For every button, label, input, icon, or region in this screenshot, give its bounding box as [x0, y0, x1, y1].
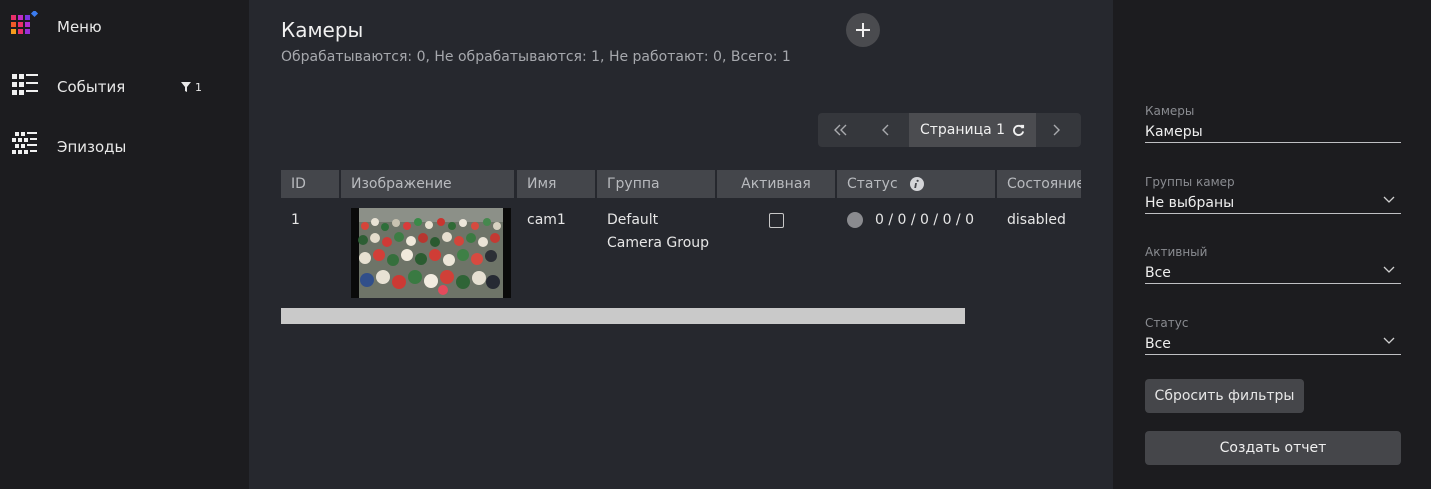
select-value: Все [1145, 265, 1171, 281]
column-header-group[interactable]: Группа [597, 170, 715, 198]
cell-id: 1 [291, 212, 300, 228]
pagination: Страница 1 [818, 113, 1081, 147]
main-content: Камеры Обрабатываются: 0, Не обрабатываю… [249, 0, 1113, 489]
active-checkbox[interactable] [769, 213, 784, 228]
current-page-refresh[interactable]: Страница 1 [909, 113, 1036, 147]
first-page-button[interactable] [826, 113, 856, 147]
menu-grid-icon [11, 9, 39, 43]
prev-page-button[interactable] [871, 113, 901, 147]
camera-groups-filter: Группы камер Не выбраны [1145, 175, 1401, 214]
cameras-filter: Камеры Камеры [1145, 104, 1401, 143]
camera-summary: Обрабатываются: 0, Не обрабатываются: 1,… [281, 49, 791, 65]
select-value: Не выбраны [1145, 195, 1235, 211]
chevron-left-icon [882, 124, 889, 136]
page-title: Камеры [281, 18, 364, 42]
info-icon[interactable] [909, 177, 924, 191]
sidebar-item-episodes[interactable]: Эпизоды [0, 127, 249, 167]
chevron-down-icon [1383, 266, 1395, 273]
refresh-icon [1013, 124, 1025, 136]
sidebar-item-events[interactable]: События 1 [0, 67, 249, 107]
column-header-name[interactable]: Имя [517, 170, 595, 198]
episodes-icon [11, 132, 39, 162]
column-header-state[interactable]: Состояние [997, 170, 1081, 198]
sidebar-item-menu[interactable]: Меню [0, 7, 249, 47]
reset-filters-button[interactable]: Сбросить фильтры [1145, 379, 1304, 413]
add-camera-button[interactable] [846, 13, 880, 47]
create-report-button[interactable]: Создать отчет [1145, 431, 1401, 465]
column-header-status-label: Статус [847, 176, 898, 192]
group-line: Camera Group [607, 235, 710, 251]
sidebar-item-label: Эпизоды [57, 138, 127, 156]
horizontal-scrollbar[interactable] [281, 308, 965, 324]
status-select[interactable]: Все [1145, 335, 1401, 355]
field-label: Активный [1145, 245, 1208, 259]
chevron-down-icon [1383, 196, 1395, 203]
chevron-down-icon [1383, 337, 1395, 344]
active-filter: Активный Все [1145, 245, 1401, 284]
cameras-search-input[interactable]: Камеры [1145, 123, 1401, 143]
crowd-image [351, 208, 511, 298]
table-header: ID Изображение Имя Группа Активная Стату… [281, 170, 1081, 198]
filter-icon [181, 82, 191, 92]
field-label: Статус [1145, 316, 1189, 330]
page-label: Страница 1 [919, 122, 1006, 138]
column-header-status[interactable]: Статус [837, 170, 995, 198]
events-filter-badge[interactable]: 1 [181, 81, 202, 94]
select-value: Все [1145, 336, 1171, 352]
camera-thumbnail[interactable] [351, 208, 511, 298]
group-line: Default [607, 212, 659, 228]
table-row[interactable]: 1 cam1 Default Camera Group 0 / 0 / 0 / … [281, 200, 1081, 300]
double-chevron-left-icon [834, 124, 847, 136]
status-indicator [847, 212, 863, 228]
plus-icon [856, 23, 870, 37]
field-label: Камеры [1145, 104, 1195, 118]
next-page-button[interactable] [1041, 113, 1071, 147]
column-header-id[interactable]: ID [281, 170, 339, 198]
field-label: Группы камер [1145, 175, 1235, 189]
sidebar-item-label: События [57, 78, 126, 96]
sidebar-item-label: Меню [57, 18, 102, 36]
cell-group: Default Camera Group [607, 209, 709, 255]
sidebar: Меню События 1 Эпизоды [0, 0, 249, 489]
status-filter: Статус Все [1145, 316, 1401, 355]
column-header-active[interactable]: Активная [717, 170, 835, 198]
chevron-right-icon [1053, 124, 1060, 136]
filter-panel: Камеры Камеры Группы камер Не выбраны Ак… [1113, 0, 1431, 489]
filter-count: 1 [195, 80, 202, 94]
active-select[interactable]: Все [1145, 264, 1401, 284]
cell-state: disabled [1007, 212, 1066, 228]
column-header-image[interactable]: Изображение [341, 170, 514, 198]
cell-name: cam1 [527, 212, 566, 228]
cell-status: 0 / 0 / 0 / 0 / 0 [875, 212, 975, 228]
events-list-icon [11, 73, 39, 101]
camera-groups-select[interactable]: Не выбраны [1145, 194, 1401, 214]
